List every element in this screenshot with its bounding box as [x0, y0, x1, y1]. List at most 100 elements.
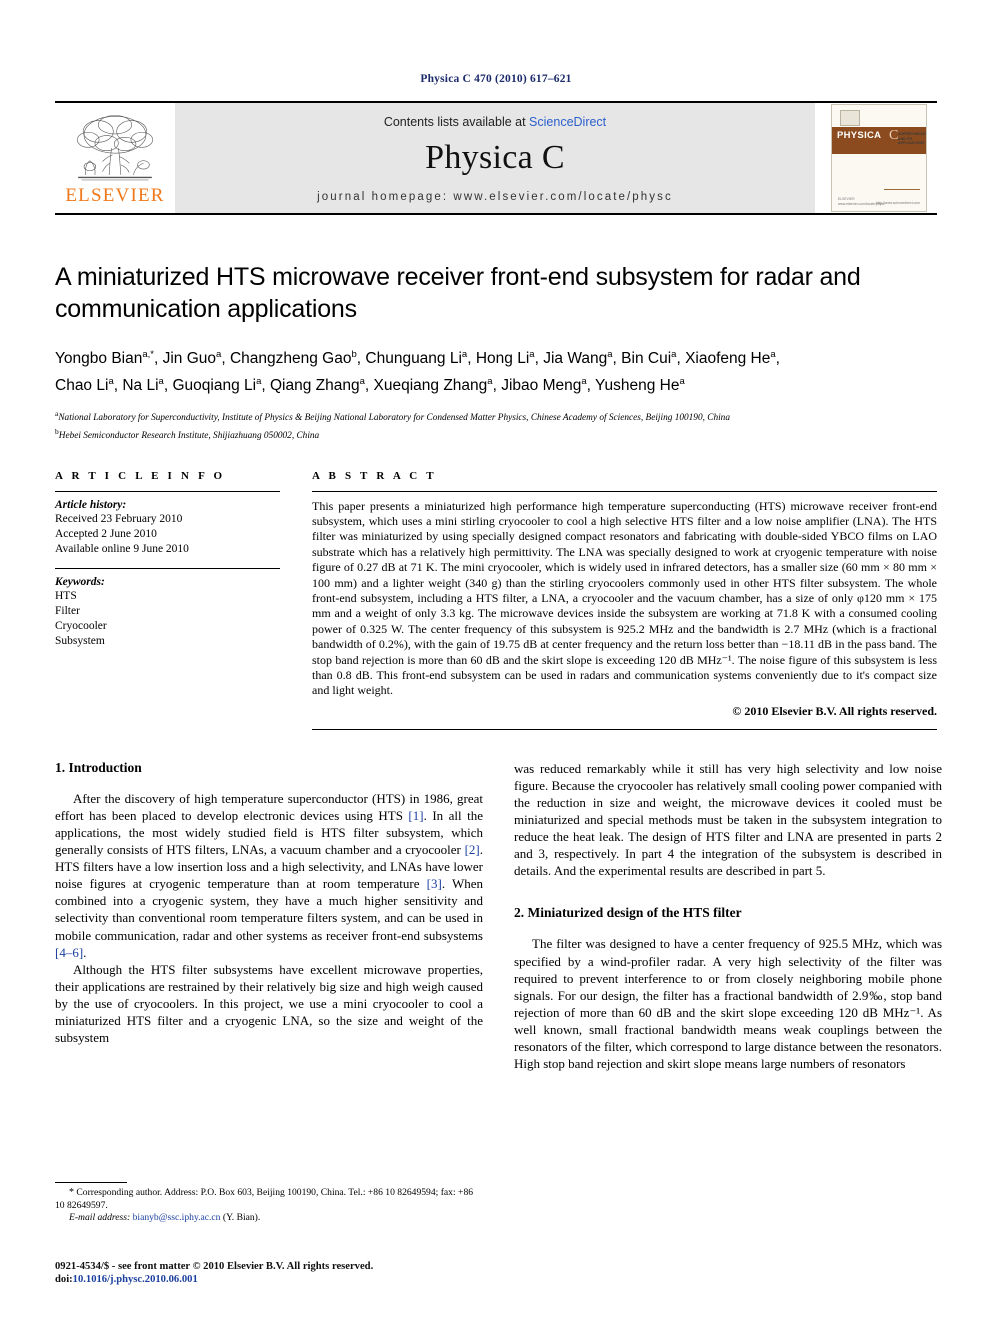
doi-label: doi: [55, 1274, 73, 1286]
footnote-block: * Corresponding author. Address: P.O. Bo… [55, 1182, 483, 1225]
author-name: Chao Li [55, 377, 109, 395]
keywords-rule [55, 567, 280, 569]
keyword-item: Filter [55, 604, 80, 617]
article-history-received: Received 23 February 2010 [55, 512, 183, 525]
author-affiliation-marker: a [359, 376, 365, 388]
elsevier-logo: ELSEVIER [55, 103, 175, 213]
author-name: Xiaofeng He [685, 350, 771, 368]
body-columns: 1. Introduction After the discovery of h… [55, 760, 942, 1225]
cover-band-letter: C [889, 128, 899, 143]
cover-footer-right: http://www.sciencedirect.com [876, 201, 920, 205]
contents-available-line: Contents lists available at ScienceDirec… [384, 115, 606, 129]
article-info-column: A R T I C L E I N F O Article history: R… [55, 470, 302, 730]
author-affiliation-marker: a [487, 376, 493, 388]
author-affiliation-marker: a [581, 376, 587, 388]
keyword-item: Cryocooler [55, 619, 107, 632]
title-block: A miniaturized HTS microwave receiver fr… [55, 261, 937, 444]
author-line-2: Chao Lia, Na Lia, Guoqiang Lia, Qiang Zh… [55, 376, 685, 395]
author-affiliation-marker: a [216, 349, 222, 360]
abstract-rule [312, 490, 937, 492]
author-name: Na Li [122, 377, 159, 395]
affiliation-b-text: Hebei Semiconductor Research Institute, … [58, 431, 320, 442]
section-heading-filter-design: 2. Miniaturized design of the HTS filter [514, 905, 742, 921]
info-abstract-grid: A R T I C L E I N F O Article history: R… [55, 470, 937, 730]
author-name: Qiang Zhang [269, 377, 360, 395]
masthead-center: Contents lists available at ScienceDirec… [175, 103, 815, 213]
journal-masthead: ELSEVIER Contents lists available at Sci… [55, 101, 937, 215]
author-affiliation-marker: a [770, 349, 776, 360]
journal-cover-thumbnail: PHYSICA C SUPERCONDUCTIVITY AND ITS APPL… [831, 104, 927, 212]
doi-link[interactable]: 10.1016/j.physc.2010.06.001 [73, 1274, 198, 1285]
author-affiliation-marker: b [351, 349, 357, 360]
footnote-email-address[interactable]: bianyb@ssc.iphy.ac.cn [133, 1212, 221, 1223]
abstract-text: This paper presents a miniaturized high … [312, 498, 937, 698]
contents-prefix: Contents lists available at [383, 115, 530, 129]
author-name: Hong Li [475, 350, 530, 368]
author-affiliation-marker: a [108, 376, 114, 388]
document-page: Physica C 470 (2010) 617–621 ELSEVIER Co… [0, 0, 992, 1323]
citation-ref-1[interactable]: [1] [408, 808, 423, 823]
intro-paragraph-1: After the discovery of high temperature … [55, 790, 483, 961]
author-affiliation-marker: a [607, 349, 613, 360]
footnote-rule [55, 1182, 127, 1183]
author-name: Yusheng He [595, 377, 680, 395]
citation-ref-3[interactable]: [3] [427, 876, 442, 891]
journal-cover-block: PHYSICA C SUPERCONDUCTIVITY AND ITS APPL… [815, 103, 937, 213]
footnote-email-label: E-mail address: [69, 1212, 131, 1224]
issn-copyright-line: 0921-4534/$ - see front matter © 2010 El… [55, 1260, 374, 1272]
elsevier-wordmark: ELSEVIER [65, 185, 165, 206]
citation-ref-4-6[interactable]: [4–6] [55, 945, 83, 960]
intro-p1-e: . [83, 944, 87, 960]
cover-publisher-mini-logo [840, 110, 860, 126]
cover-band-title: PHYSICA [837, 130, 882, 141]
journal-homepage-link[interactable]: journal homepage: www.elsevier.com/locat… [317, 191, 673, 203]
article-history-accepted: Accepted 2 June 2010 [55, 527, 157, 540]
article-info-heading: A R T I C L E I N F O [55, 469, 226, 482]
article-history-label: Article history: [55, 498, 127, 511]
author-affiliation-marker: a [256, 376, 262, 388]
author-list: Yongbo Biana,*, Jin Guoa, Changzheng Gao… [55, 343, 937, 397]
citation-ref-2[interactable]: [2] [465, 842, 480, 857]
article-info-rule [55, 490, 280, 492]
footnote-corresponding-text: Corresponding author. Address: P.O. Box … [55, 1187, 474, 1211]
body-column-right: was reduced remarkably while it still ha… [514, 760, 942, 1225]
imprint-block: 0921-4534/$ - see front matter © 2010 El… [55, 1260, 373, 1287]
abstract-column: A B S T R A C T This paper presents a mi… [302, 470, 937, 730]
author-name: Jin Guo [162, 350, 217, 368]
author-affiliation-marker: a [461, 349, 468, 360]
author-name: Guoqiang Li [172, 377, 257, 395]
footnote-corresponding-author: * Corresponding author. Address: P.O. Bo… [55, 1187, 483, 1212]
author-affiliation-marker: a [679, 376, 685, 388]
sciencedirect-link[interactable]: ScienceDirect [529, 115, 606, 129]
running-head: Physica C 470 (2010) 617–621 [420, 73, 572, 85]
author-name: Changzheng Gao [229, 350, 352, 368]
intro-continued-paragraph: was reduced remarkably while it still ha… [514, 760, 942, 879]
author-name: Yongbo Bian [55, 350, 143, 368]
cover-rule [884, 189, 920, 190]
author-name: Chunguang Li [365, 350, 462, 368]
elsevier-tree-icon [77, 115, 153, 181]
author-name: Bin Cui [621, 350, 672, 368]
author-line-1: Yongbo Biana,*, Jin Guoa, Changzheng Gao… [55, 349, 780, 368]
author-name: Xueqiang Zhang [373, 377, 488, 395]
article-history-online: Available online 9 June 2010 [55, 542, 189, 555]
affiliation-b: bHebei Semiconductor Research Institute,… [55, 425, 937, 443]
affiliation-a-text: National Laboratory for Superconductivit… [58, 413, 730, 424]
keyword-item: HTS [55, 589, 77, 602]
author-affiliation-marker: a [158, 376, 164, 388]
page-title: A miniaturized HTS microwave receiver fr… [55, 263, 861, 323]
body-column-left: 1. Introduction After the discovery of h… [55, 760, 483, 1225]
intro-paragraph-2: Although the HTS filter subsystems have … [55, 961, 483, 1046]
abstract-copyright: © 2010 Elsevier B.V. All rights reserved… [732, 703, 937, 718]
filter-paragraph-1: The filter was designed to have a center… [514, 936, 942, 1072]
keywords-label: Keywords: [55, 575, 105, 588]
author-affiliation-marker: a [529, 349, 535, 360]
author-affiliation-marker: a,* [142, 349, 154, 360]
abstract-heading: A B S T R A C T [312, 469, 437, 482]
abstract-bottom-rule [312, 728, 937, 730]
journal-title: Physica C [425, 139, 565, 176]
author-name: Jia Wang [543, 350, 608, 368]
keyword-item: Subsystem [55, 634, 105, 647]
footnote-email: E-mail address: bianyb@ssc.iphy.ac.cn (Y… [55, 1212, 483, 1225]
cover-footer-publisher: ELSEVIER [838, 197, 855, 202]
